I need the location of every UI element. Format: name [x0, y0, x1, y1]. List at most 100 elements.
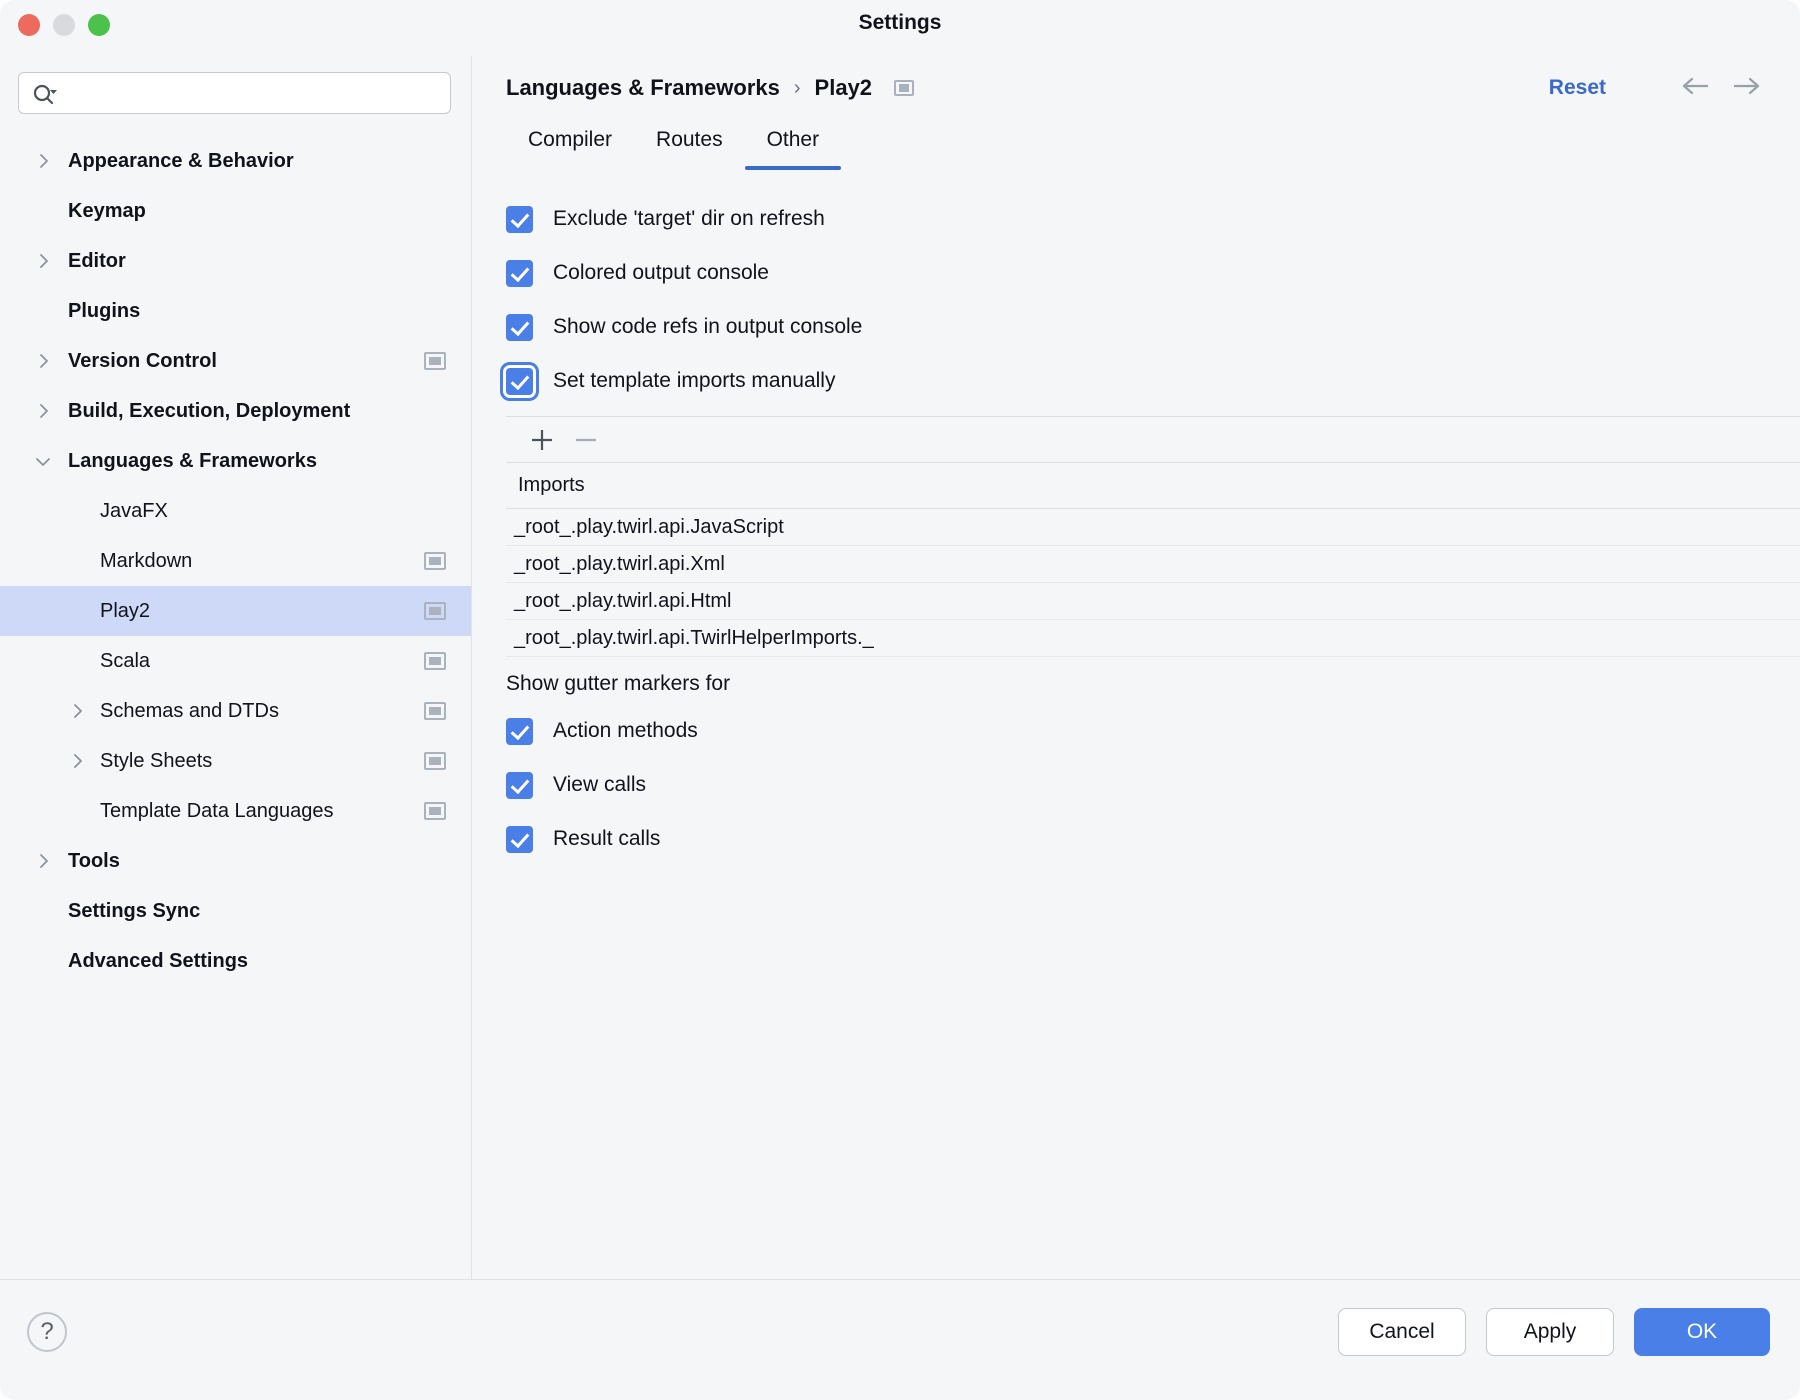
- project-settings-marker-icon: [424, 802, 446, 820]
- sidebar-item-keymap[interactable]: Keymap: [0, 186, 471, 236]
- footer-actions: Cancel Apply OK: [1338, 1308, 1770, 1356]
- arrow-right-icon[interactable]: [1728, 74, 1764, 103]
- imports-column-header: Imports: [518, 474, 585, 497]
- sidebar-item-label: Keymap: [0, 200, 146, 223]
- gutter-option-action-methods[interactable]: Action methods: [506, 704, 1800, 758]
- cancel-button[interactable]: Cancel: [1338, 1308, 1466, 1356]
- option-show-code-refs-in-output-console[interactable]: Show code refs in output console: [506, 300, 1800, 354]
- title-bar: Settings: [0, 0, 1800, 56]
- add-import-button[interactable]: [520, 422, 564, 458]
- dialog-footer: ? Cancel Apply OK: [0, 1279, 1800, 1400]
- table-row[interactable]: _root_.play.twirl.api.TwirlFeatureImport…: [506, 657, 1800, 658]
- sidebar-item-label: Markdown: [0, 550, 192, 573]
- table-row[interactable]: _root_.play.twirl.api.TwirlHelperImports…: [506, 620, 1800, 657]
- checkbox-icon[interactable]: [506, 260, 533, 287]
- sidebar-item-play2[interactable]: Play2: [0, 586, 471, 636]
- checkbox-label: Result calls: [553, 827, 660, 851]
- project-settings-marker-icon: [424, 352, 446, 370]
- sidebar-item-markdown[interactable]: Markdown: [0, 536, 471, 586]
- settings-tree: Appearance & Behavior Keymap Editor Plugins…: [0, 136, 471, 986]
- tab-other[interactable]: Other: [745, 120, 842, 170]
- sidebar-item-tools[interactable]: Tools: [0, 836, 471, 886]
- option-set-template-imports-manually[interactable]: Set template imports manually: [506, 354, 1800, 408]
- options-list: Exclude 'target' dir on refresh Colored o…: [472, 182, 1800, 408]
- arrow-left-icon[interactable]: [1678, 74, 1714, 103]
- option-colored-output-console[interactable]: Colored output console: [506, 246, 1800, 300]
- sidebar-item-build-execution-deployment[interactable]: Build, Execution, Deployment: [0, 386, 471, 436]
- breadcrumb-root[interactable]: Languages & Frameworks: [506, 75, 780, 101]
- table-row[interactable]: _root_.play.twirl.api.Html: [506, 583, 1800, 620]
- option-exclude-target-dir-on-refresh[interactable]: Exclude 'target' dir on refresh: [506, 192, 1800, 246]
- checkbox-label: View calls: [553, 773, 646, 797]
- sidebar-item-label: Play2: [0, 600, 150, 623]
- sidebar-item-label: Advanced Settings: [0, 950, 248, 973]
- gutter-option-result-calls[interactable]: Result calls: [506, 812, 1800, 866]
- import-path: _root_.play.twirl.api.TwirlHelperImports…: [514, 627, 874, 650]
- checkbox-label: Action methods: [553, 719, 698, 743]
- chevron-right-icon[interactable]: [66, 750, 88, 772]
- import-path: _root_.play.twirl.api.Html: [514, 590, 731, 613]
- sidebar-item-scala[interactable]: Scala: [0, 636, 471, 686]
- sidebar-item-schemas-and-dtds[interactable]: Schemas and DTDs: [0, 686, 471, 736]
- sidebar-item-label: JavaFX: [0, 500, 168, 523]
- breadcrumb-current: Play2: [815, 75, 873, 101]
- sidebar-item-label: Editor: [0, 250, 126, 273]
- imports-table-header: Imports: [506, 463, 1800, 509]
- checkbox-label: Exclude 'target' dir on refresh: [553, 207, 825, 231]
- project-settings-marker-icon: [424, 702, 446, 720]
- chevron-right-icon[interactable]: [32, 850, 54, 872]
- gutter-markers-section: Show gutter markers for Action methodsVi…: [472, 658, 1800, 866]
- sidebar-item-javafx[interactable]: JavaFX: [0, 486, 471, 536]
- chevron-right-icon[interactable]: [66, 700, 88, 722]
- sidebar-item-plugins[interactable]: Plugins: [0, 286, 471, 336]
- breadcrumb-separator-icon: ›: [794, 77, 801, 100]
- breadcrumb-bar: Languages & Frameworks › Play2 Reset: [472, 56, 1800, 120]
- tab-compiler[interactable]: Compiler: [506, 120, 634, 170]
- imports-table-body[interactable]: _root_.play.twirl.api.JavaScript _root_.p…: [506, 509, 1800, 658]
- sidebar-item-label: Schemas and DTDs: [0, 700, 279, 723]
- reset-button[interactable]: Reset: [1549, 76, 1606, 100]
- search-container: [0, 56, 471, 114]
- sidebar-item-template-data-languages[interactable]: Template Data Languages: [0, 786, 471, 836]
- chevron-right-icon[interactable]: [32, 250, 54, 272]
- imports-toolbar: [506, 417, 1800, 463]
- checkbox-icon[interactable]: [506, 772, 533, 799]
- sidebar-item-editor[interactable]: Editor: [0, 236, 471, 286]
- checkbox-icon[interactable]: [506, 206, 533, 233]
- table-row[interactable]: _root_.play.twirl.api.Xml: [506, 546, 1800, 583]
- sidebar-item-label: Style Sheets: [0, 750, 212, 773]
- project-settings-marker-icon: [424, 652, 446, 670]
- sidebar-item-appearance-behavior[interactable]: Appearance & Behavior: [0, 136, 471, 186]
- help-button[interactable]: ?: [27, 1312, 67, 1352]
- checkbox-icon[interactable]: [506, 826, 533, 853]
- tab-routes[interactable]: Routes: [634, 120, 745, 170]
- sidebar-item-label: Plugins: [0, 300, 140, 323]
- sidebar-item-label: Settings Sync: [0, 900, 200, 923]
- search-input[interactable]: [71, 73, 442, 113]
- chevron-down-icon[interactable]: [32, 450, 54, 472]
- sidebar-item-version-control[interactable]: Version Control: [0, 336, 471, 386]
- gutter-option-view-calls[interactable]: View calls: [506, 758, 1800, 812]
- checkbox-icon[interactable]: [506, 718, 533, 745]
- table-row[interactable]: _root_.play.twirl.api.JavaScript: [506, 509, 1800, 546]
- sidebar-item-advanced-settings[interactable]: Advanced Settings: [0, 936, 471, 986]
- project-settings-marker-icon: [424, 552, 446, 570]
- sidebar-item-languages-frameworks[interactable]: Languages & Frameworks: [0, 436, 471, 486]
- sidebar-item-style-sheets[interactable]: Style Sheets: [0, 736, 471, 786]
- sidebar-item-settings-sync[interactable]: Settings Sync: [0, 886, 471, 936]
- checkbox-icon[interactable]: [506, 368, 533, 395]
- checkbox-icon[interactable]: [506, 314, 533, 341]
- import-path: _root_.play.twirl.api.Xml: [514, 553, 725, 576]
- gutter-options-list: Action methods View calls Result calls: [506, 704, 1800, 866]
- import-path: _root_.play.twirl.api.JavaScript: [514, 516, 784, 539]
- project-settings-marker-icon: [424, 752, 446, 770]
- search-box[interactable]: [18, 72, 451, 114]
- apply-button[interactable]: Apply: [1486, 1308, 1614, 1356]
- chevron-right-icon[interactable]: [32, 150, 54, 172]
- chevron-right-icon[interactable]: [32, 350, 54, 372]
- ok-button[interactable]: OK: [1634, 1308, 1770, 1356]
- chevron-right-icon[interactable]: [32, 400, 54, 422]
- settings-sidebar: Appearance & Behavior Keymap Editor Plugins…: [0, 56, 472, 1279]
- remove-import-button[interactable]: [564, 422, 608, 458]
- sidebar-item-label: Scala: [0, 650, 150, 673]
